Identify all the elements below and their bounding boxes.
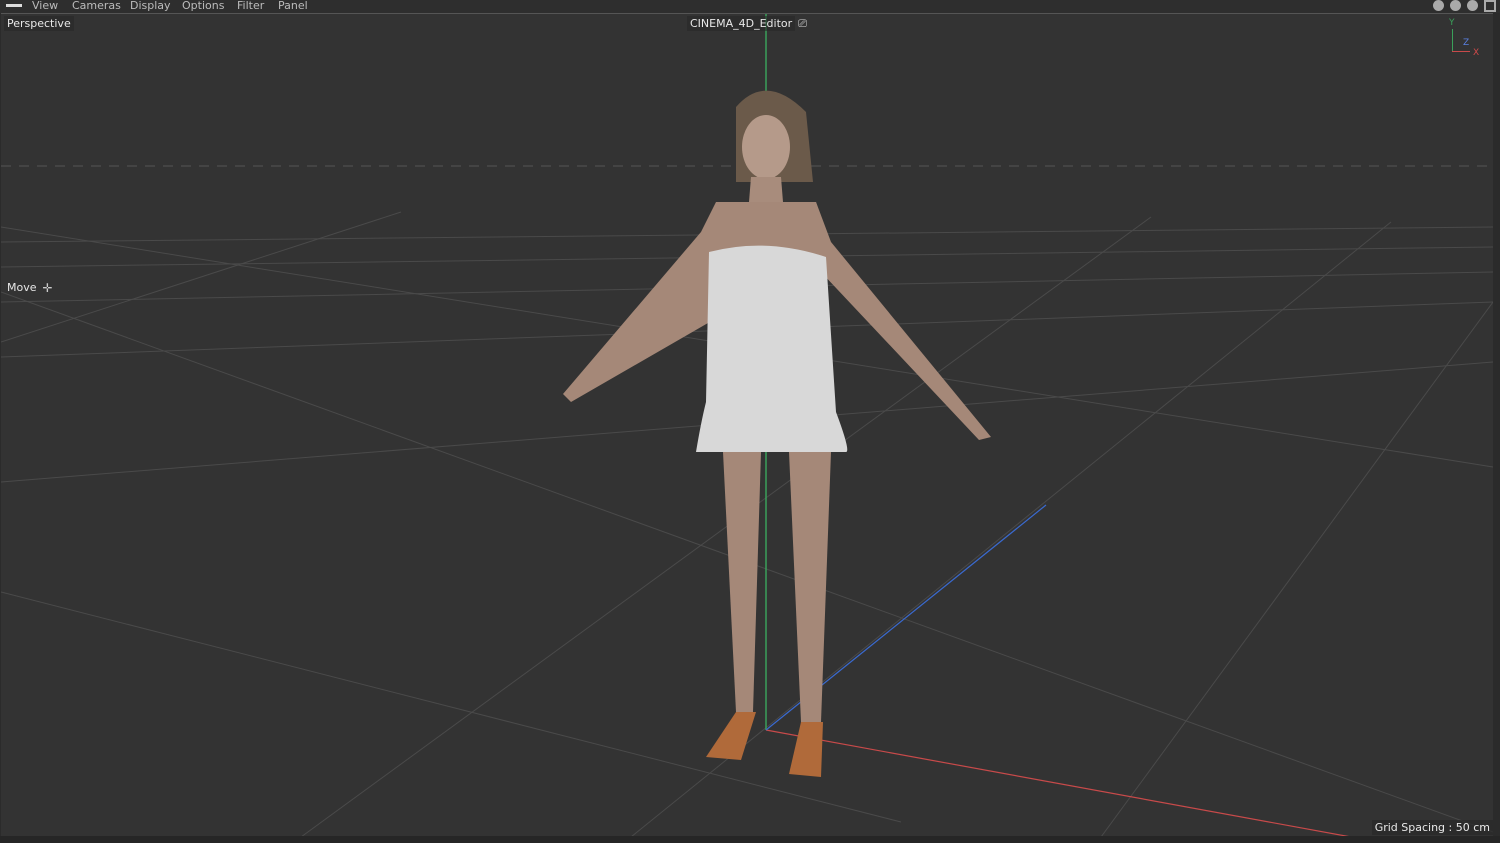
axis-x-label: X xyxy=(1473,48,1480,58)
active-tool-label: Move xyxy=(7,281,37,294)
menu-panel[interactable]: Panel xyxy=(278,0,308,12)
pan-icon[interactable] xyxy=(1433,0,1444,11)
viewport-menubar: View Cameras Display Options Filter Pane… xyxy=(0,0,1500,13)
menu-cameras[interactable]: Cameras xyxy=(72,0,121,12)
character-model xyxy=(563,90,991,777)
zoom-icon[interactable] xyxy=(1450,0,1461,11)
menu-display[interactable]: Display xyxy=(130,0,171,12)
menu-options[interactable]: Options xyxy=(182,0,224,12)
menu-filter[interactable]: Filter xyxy=(237,0,264,12)
rotate-icon[interactable] xyxy=(1467,0,1478,11)
x-axis-line xyxy=(765,729,1352,837)
camera-label[interactable]: Perspective xyxy=(4,16,74,31)
axis-gizmo: Y Z X xyxy=(1449,18,1485,58)
menu-view[interactable]: View xyxy=(32,0,58,12)
3d-viewport[interactable]: Perspective CINEMA_4D_Editor ⎚ Move ✛ Y … xyxy=(1,13,1493,837)
grid-spacing-readout: Grid Spacing : 50 cm xyxy=(1371,820,1493,835)
move-icon: ✛ xyxy=(42,280,53,295)
scene-canvas xyxy=(1,14,1493,837)
camera-name[interactable]: CINEMA_4D_Editor xyxy=(687,16,796,31)
camera-icon[interactable]: ⎚ xyxy=(798,17,807,31)
menu-icon[interactable] xyxy=(6,4,22,7)
maximize-view-icon[interactable] xyxy=(1484,0,1496,12)
axis-y-label: Y xyxy=(1449,18,1455,28)
bottom-border xyxy=(0,836,1500,843)
axis-z-label: Z xyxy=(1463,38,1470,48)
